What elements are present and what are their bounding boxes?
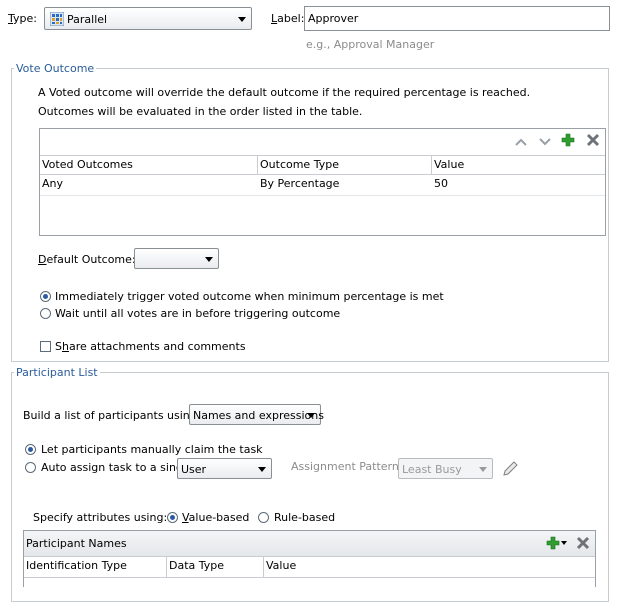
chevron-down-icon	[479, 466, 487, 472]
radio-rule-based[interactable]	[258, 512, 269, 523]
cell-outcome-type: By Percentage	[260, 177, 340, 190]
vote-desc-line1: A Voted outcome will override the defaul…	[38, 86, 531, 99]
assignment-pattern-label: Assignment Pattern :	[291, 460, 407, 473]
radio-immediate-label: Immediately trigger voted outcome when m…	[55, 290, 444, 303]
chevron-down-icon[interactable]	[561, 541, 567, 545]
pencil-icon[interactable]	[501, 460, 519, 478]
delete-icon[interactable]	[576, 536, 590, 550]
vote-desc-line2: Outcomes will be evaluated in the order …	[38, 105, 363, 118]
add-icon[interactable]	[546, 536, 560, 550]
specify-attributes-label: Specify attributes using:	[33, 511, 168, 524]
vote-outcome-legend: Vote Outcome	[14, 62, 97, 75]
radio-wait[interactable]	[40, 308, 51, 319]
auto-assign-value: User	[181, 463, 207, 476]
default-outcome-combo[interactable]	[134, 248, 219, 269]
voted-outcomes-table: Voted Outcomes Outcome Type Value Any By…	[39, 128, 606, 236]
auto-assign-combo[interactable]: User	[177, 458, 272, 479]
default-outcome-label: Default Outcome:	[38, 253, 136, 266]
col-data-type: Data Type	[167, 557, 264, 578]
build-list-label: Build a list of participants using:	[23, 409, 201, 422]
add-icon[interactable]	[561, 133, 575, 147]
radio-immediate[interactable]	[40, 291, 51, 302]
share-checkbox[interactable]	[40, 341, 51, 352]
assignment-pattern-value: Least Busy	[402, 463, 462, 476]
col-value: Value	[432, 155, 605, 175]
chevron-down-icon	[258, 466, 266, 472]
radio-value-based[interactable]	[167, 512, 178, 523]
type-label: Type:	[8, 12, 37, 25]
radio-wait-label: Wait until all votes are in before trigg…	[55, 307, 341, 320]
radio-auto-assign-label: Auto assign task to a single	[41, 461, 193, 474]
label-input-value: Approver	[308, 12, 359, 25]
cell-voted-outcome: Any	[42, 177, 64, 190]
label-hint: e.g., Approval Manager	[306, 38, 435, 51]
label-label: Label:	[271, 12, 305, 25]
radio-auto-assign[interactable]	[25, 462, 36, 473]
radio-rule-based-label: Rule-based	[274, 511, 336, 524]
col-participant-value: Value	[264, 557, 595, 578]
delete-icon[interactable]	[586, 133, 600, 147]
parallel-grid-icon	[50, 12, 64, 26]
participant-names-table: Participant Names Identification Type Da…	[23, 530, 596, 587]
build-list-value: Names and expressions	[193, 409, 324, 422]
type-value: Parallel	[67, 13, 108, 26]
assignment-pattern-combo[interactable]: Least Busy	[398, 458, 493, 479]
participant-names-title: Participant Names	[26, 537, 127, 550]
col-voted-outcomes: Voted Outcomes	[40, 155, 258, 175]
radio-manual-claim[interactable]	[25, 444, 36, 455]
chevron-down-icon	[205, 256, 213, 262]
type-combo[interactable]: Parallel	[44, 7, 252, 30]
table-row[interactable]: Any By Percentage 50	[40, 175, 605, 196]
build-list-combo[interactable]: Names and expressions	[189, 404, 324, 425]
radio-value-based-label: Value-based	[182, 511, 250, 524]
move-down-icon[interactable]	[538, 137, 552, 147]
move-up-icon[interactable]	[514, 137, 528, 147]
participant-names-header: Participant Names	[24, 531, 595, 557]
chevron-down-icon	[307, 412, 315, 418]
radio-manual-claim-label: Let participants manually claim the task	[41, 443, 263, 456]
cell-value: 50	[434, 177, 448, 190]
label-input[interactable]: Approver	[304, 6, 610, 31]
share-label: Share attachments and comments	[55, 340, 246, 353]
col-identification-type: Identification Type	[24, 557, 167, 578]
col-outcome-type: Outcome Type	[258, 155, 432, 175]
chevron-down-icon	[238, 16, 246, 22]
participant-list-legend: Participant List	[14, 366, 100, 379]
